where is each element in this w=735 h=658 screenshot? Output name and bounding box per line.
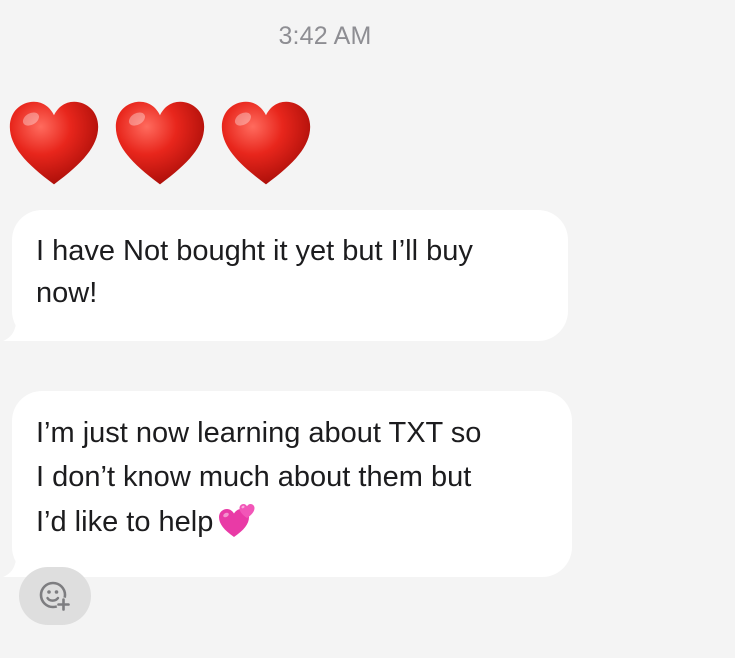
message-bubble[interactable]: I’m just now learning about TXT so I don…: [3, 391, 572, 577]
red-heart-icon: [9, 101, 99, 185]
message-timestamp: 3:42 AM: [278, 22, 372, 50]
message-text: I have Not bought it yet but I’ll buy no…: [36, 235, 473, 309]
message-bubble[interactable]: I have Not bought it yet but I’ll buy no…: [3, 210, 568, 341]
two-hearts-icon: [219, 504, 255, 537]
red-heart-icon: [221, 101, 311, 185]
add-reaction-button[interactable]: [19, 567, 91, 625]
add-reaction-icon: [39, 581, 71, 612]
bubble-tail: [3, 311, 43, 341]
red-heart-icon: [115, 101, 205, 185]
emoji-message[interactable]: [6, 96, 314, 192]
message-text: I’m just now learning about TXT so I don…: [36, 417, 482, 538]
